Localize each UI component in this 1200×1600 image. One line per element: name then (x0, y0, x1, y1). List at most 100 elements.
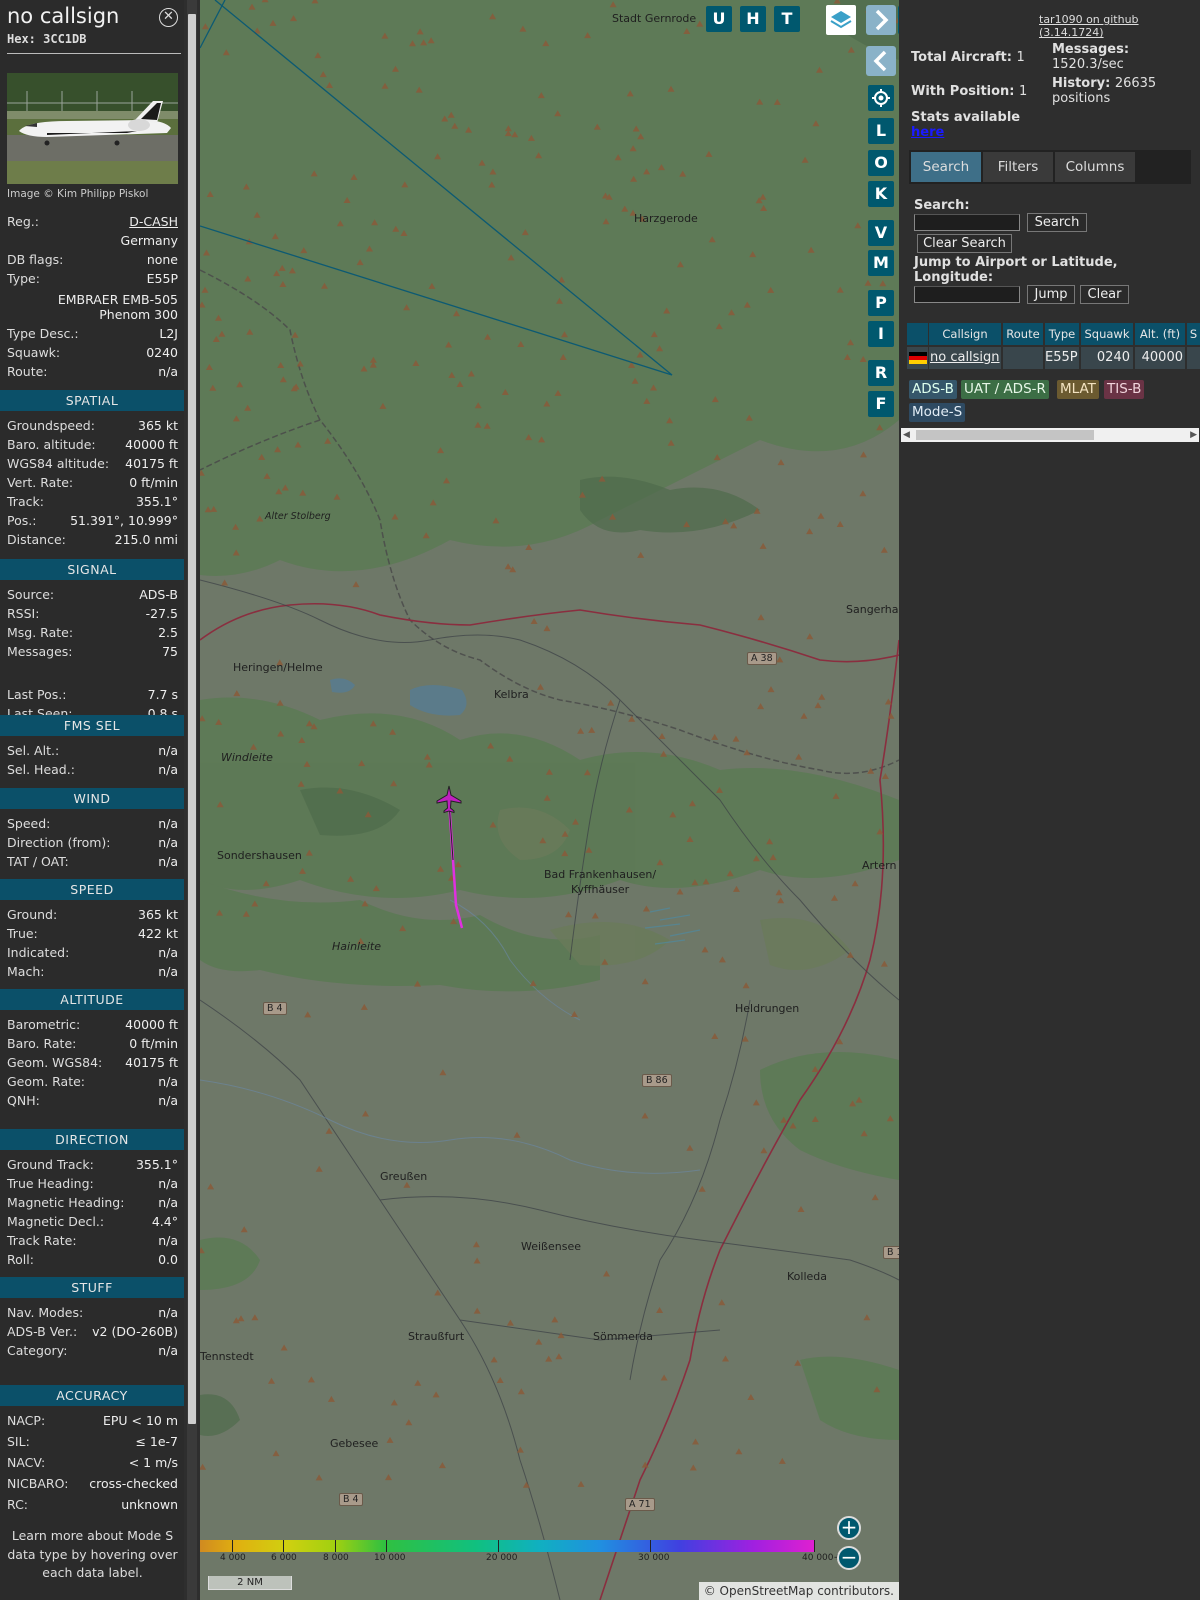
messages-stat: Messages: 1520.3/sec (1052, 42, 1129, 72)
column-header-route[interactable]: Route (1003, 323, 1043, 345)
map-button-p[interactable]: P (868, 290, 894, 316)
close-icon[interactable]: ✕ (159, 8, 178, 27)
map-button-t[interactable]: T (774, 6, 800, 32)
source-badge-mlat: MLAT (1057, 380, 1099, 399)
layers-button[interactable] (826, 5, 856, 35)
tab-columns[interactable]: Columns (1055, 152, 1135, 182)
map-button-u[interactable]: U (706, 6, 732, 32)
data-label: Track: (7, 494, 44, 509)
table-horizontal-scrollbar[interactable]: ◀ ▶ (901, 428, 1199, 442)
map-button-m[interactable]: M (868, 250, 894, 276)
data-label: RC: (7, 1497, 29, 1512)
map-place-label: Stadt Gernrode (612, 12, 697, 25)
section-header-altitude: ALTITUDE (0, 989, 184, 1010)
image-credit: Image © Kim Philipp Piskol (7, 188, 149, 200)
data-row-qnh: QNH: n/a (7, 1092, 178, 1110)
zoom-in-button[interactable]: + (837, 1516, 861, 1540)
map-button-f[interactable]: F (868, 391, 894, 417)
row-type: E55P (1045, 347, 1079, 369)
jump-input[interactable] (914, 286, 1020, 303)
collapse-left-button[interactable] (866, 46, 896, 76)
zoom-out-button[interactable]: − (837, 1546, 861, 1570)
data-label: Last Pos.: (7, 687, 67, 702)
row-callsign-link[interactable]: no callsign (929, 347, 1001, 369)
map-button-i[interactable]: I (868, 321, 894, 347)
data-label: Category: (7, 1343, 68, 1358)
aircraft-info-sidebar: no callsign ✕ Hex: 3CC1DB Image © Kim Ph… (0, 0, 184, 1600)
scrollbar-thumb[interactable] (188, 14, 196, 1424)
data-value: -27.5 (145, 606, 178, 621)
data-label: Sel. Head.: (7, 762, 75, 777)
search-button[interactable]: Search (1027, 213, 1087, 232)
column-header-flag (907, 323, 928, 345)
data-label: Barometric: (7, 1017, 81, 1032)
map-button-o[interactable]: O (868, 150, 894, 176)
scroll-thumb[interactable] (916, 430, 1094, 440)
scroll-left-icon[interactable]: ◀ (903, 430, 910, 440)
map-button-k[interactable]: K (868, 181, 894, 207)
data-value: 365 kt (138, 907, 178, 922)
row-speed (1187, 347, 1200, 369)
row-altitude: 40000 (1135, 347, 1185, 369)
info-value[interactable]: D-CASH (129, 213, 178, 231)
data-value: 422 kt (138, 926, 178, 941)
map-view[interactable]: Stadt Gernrode Harzgerode Alter Stolberg He… (200, 0, 899, 1600)
tab-filters[interactable]: Filters (983, 152, 1053, 182)
info-row-type: Type: E55P (7, 270, 178, 288)
map-place-label: Greußen (380, 1170, 428, 1183)
history-value: 26635 (1114, 76, 1157, 91)
data-value: 355.1° (135, 494, 178, 509)
expand-right-button[interactable] (866, 5, 896, 35)
panel-tabs: Search Filters Columns (909, 150, 1191, 184)
settings-button[interactable] (868, 85, 894, 111)
info-row-squawk: Squawk: 0240 (7, 344, 178, 362)
sidebar-scrollbar[interactable] (187, 0, 197, 1600)
info-row-blank: EMBRAER EMB-505 Phenom 300 (7, 289, 178, 322)
data-row-source: Source: ADS-B (7, 586, 178, 604)
section-header-speed: SPEED (0, 879, 184, 900)
info-row-type-desc: Type Desc.: L2J (7, 325, 178, 343)
data-row-track: Track: 355.1° (7, 493, 178, 511)
github-link[interactable]: tar1090 on github (3.14.1724) (1039, 13, 1200, 39)
data-row-geom-wgs84: Geom. WGS84: 40175 ft (7, 1054, 178, 1072)
data-label: Sel. Alt.: (7, 743, 60, 758)
scale-bar: 2 NM (208, 1576, 292, 1590)
stats-link[interactable]: here (911, 125, 1020, 140)
osm-link[interactable]: OpenStreetMap (720, 1584, 814, 1598)
data-row-messages: Messages: 75 (7, 643, 178, 661)
tab-search[interactable]: Search (911, 152, 981, 182)
aircraft-photo[interactable] (7, 73, 178, 184)
clear-search-button[interactable]: Clear Search (917, 234, 1012, 253)
column-header-squawk[interactable]: Squawk (1081, 323, 1133, 345)
column-header-alt-ft[interactable]: Alt. (ft) (1135, 323, 1185, 345)
altitude-tick-label: 4 000 (220, 1553, 246, 1563)
data-label: Ground Track: (7, 1157, 94, 1172)
source-badge-tis-b: TIS-B (1104, 380, 1145, 399)
clear-button[interactable]: Clear (1080, 285, 1129, 304)
section-header-fms-sel: FMS SEL (0, 715, 184, 736)
altitude-tick-mark (650, 1540, 651, 1552)
data-row-geom-rate: Geom. Rate: n/a (7, 1073, 178, 1091)
map-place-label: Sondershausen (217, 849, 302, 862)
map-button-h[interactable]: H (740, 6, 766, 32)
search-input[interactable] (914, 214, 1020, 231)
row-callsign[interactable]: no callsign (930, 350, 1000, 365)
data-value: 0 ft/min (129, 1036, 178, 1051)
column-header-type[interactable]: Type (1045, 323, 1079, 345)
arrows-horizontal-icon (898, 5, 899, 35)
data-row-roll: Roll: 0.0 (7, 1251, 178, 1269)
data-label: WGS84 altitude: (7, 456, 110, 471)
data-row-nacp: NACP: EPU < 10 m (7, 1412, 178, 1430)
toggle-sidebar-button[interactable] (898, 5, 899, 35)
data-row-nav-modes: Nav. Modes: n/a (7, 1304, 178, 1322)
jump-button[interactable]: Jump (1027, 285, 1075, 304)
data-label: Baro. altitude: (7, 437, 96, 452)
column-header-callsign[interactable]: Callsign (929, 323, 1001, 345)
scroll-right-icon[interactable]: ▶ (1190, 430, 1197, 440)
column-header-s[interactable]: S (1187, 323, 1200, 345)
map-place-label: Kelbra (494, 688, 529, 701)
data-row-pos: Pos.: 51.391°, 10.999° (7, 512, 178, 530)
map-button-r[interactable]: R (868, 360, 894, 386)
map-button-l[interactable]: L (868, 118, 894, 144)
map-button-v[interactable]: V (868, 220, 894, 246)
